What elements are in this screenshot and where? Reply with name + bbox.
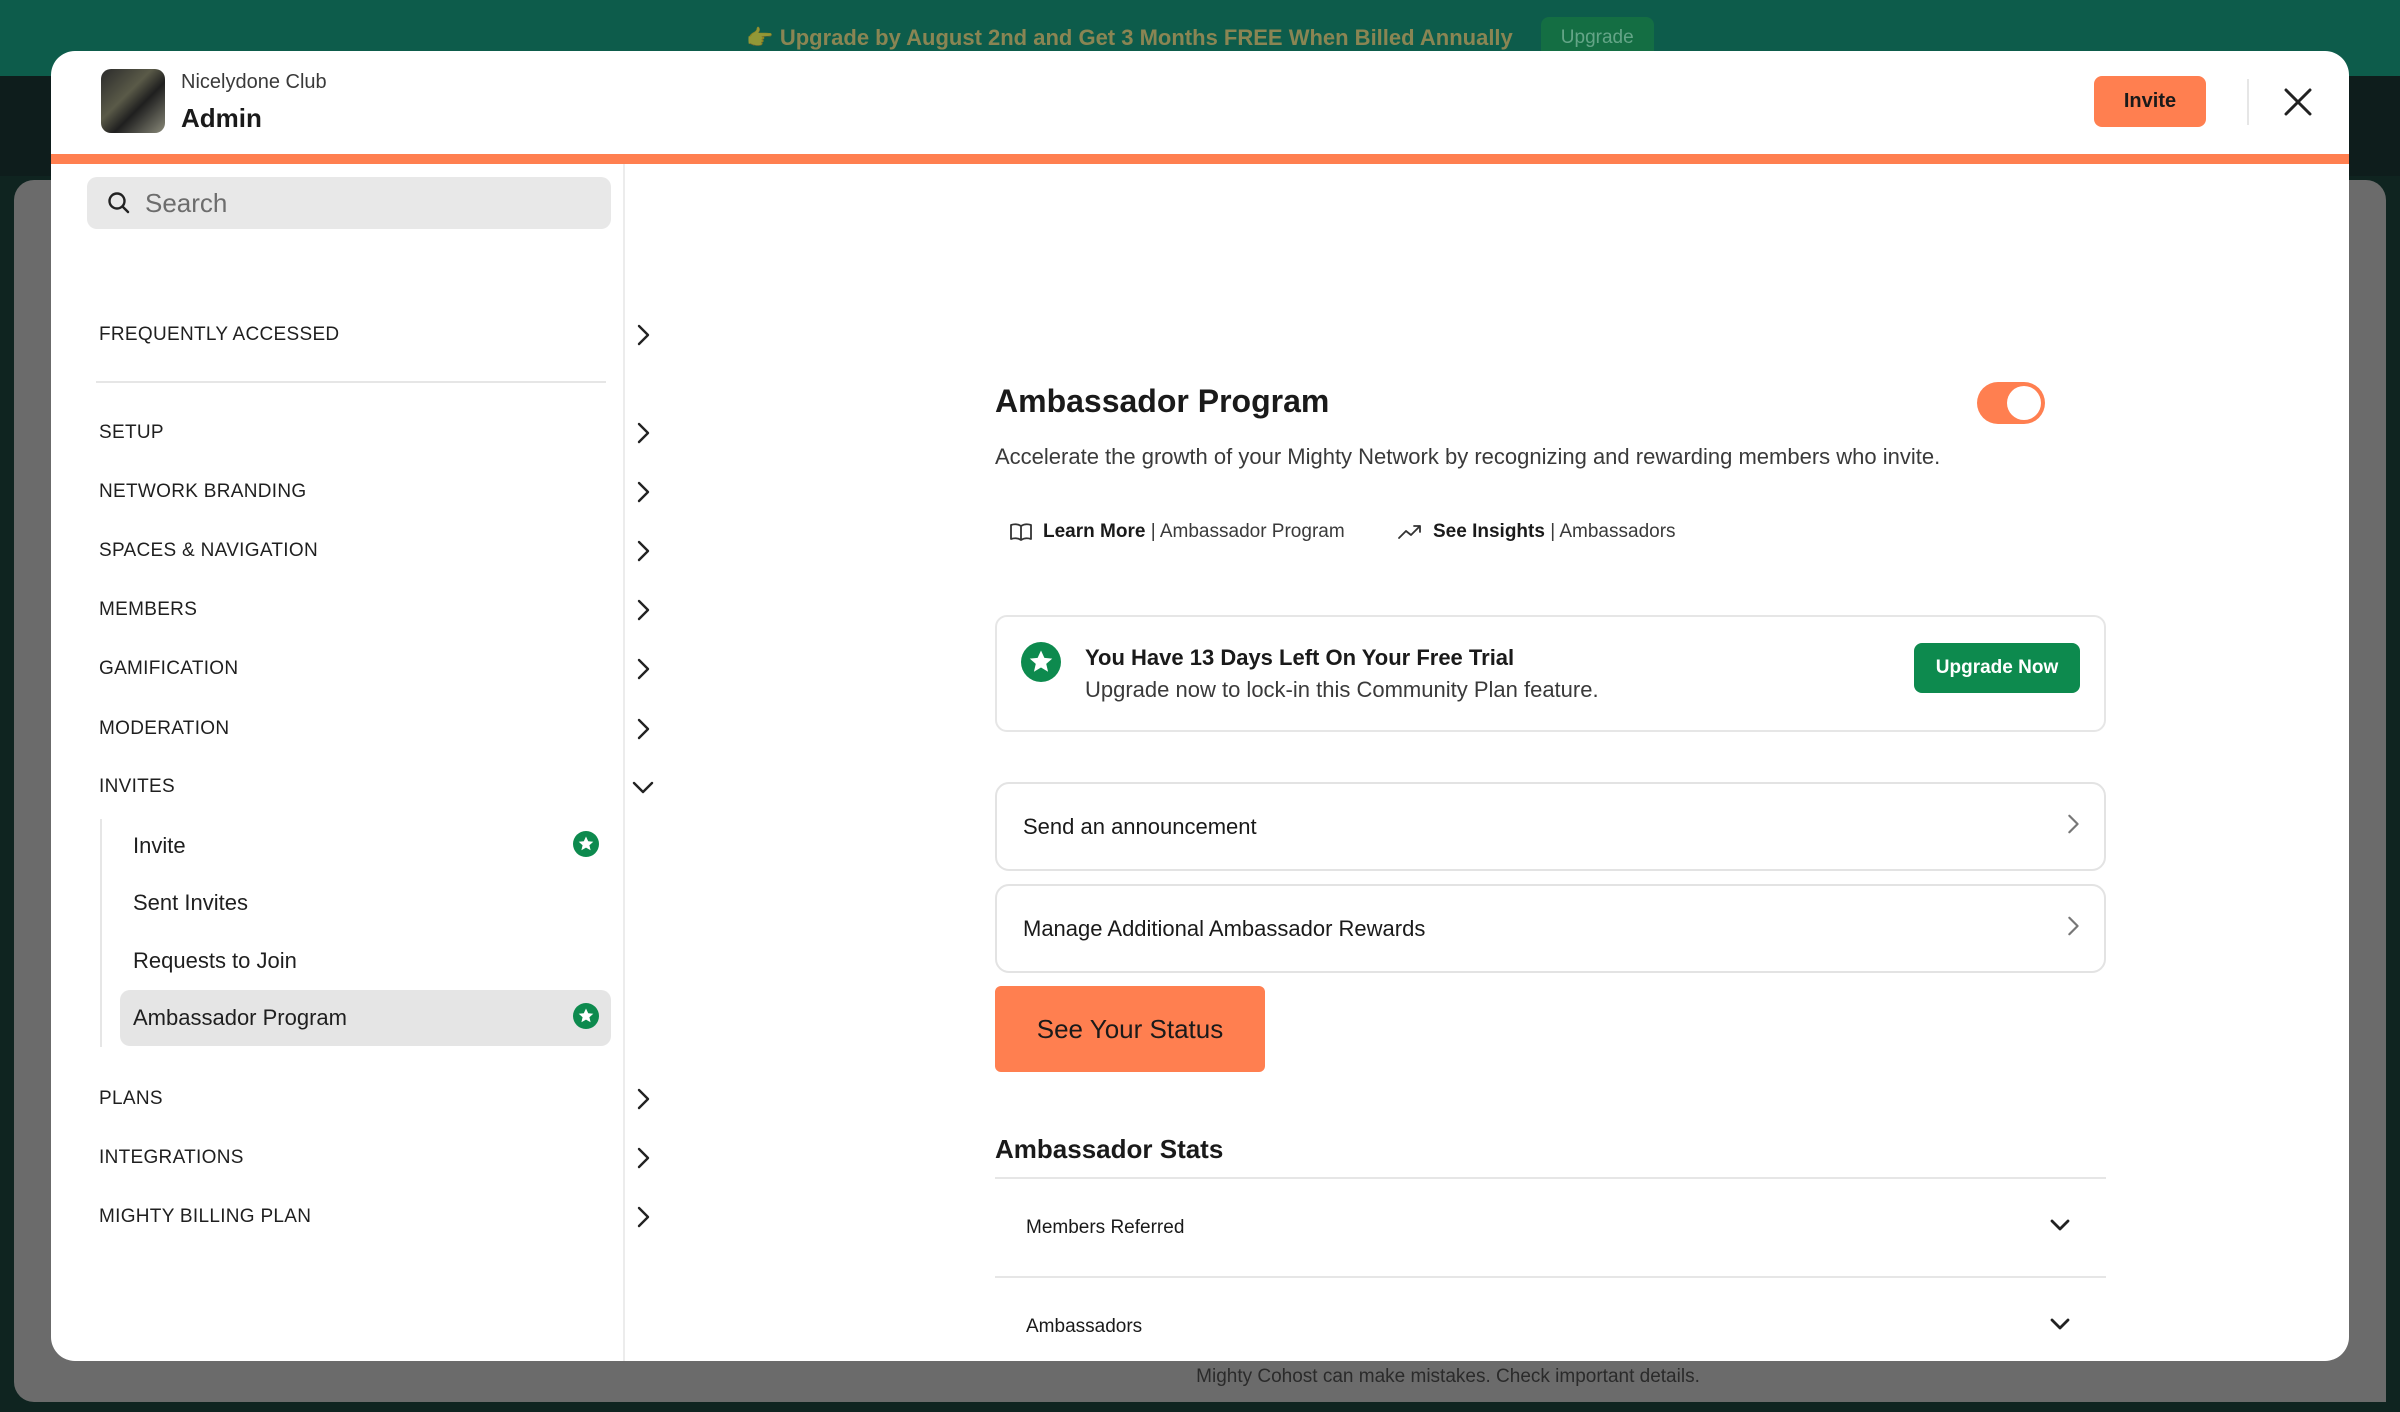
modal-header: Nicelydone Club Admin Invite <box>51 51 2349 154</box>
sidebar-item-plans[interactable]: PLANS <box>99 1074 655 1124</box>
sidebar-item-label: INVITES <box>99 776 176 797</box>
close-icon <box>2284 88 2312 116</box>
sidebar-item-setup[interactable]: SETUP <box>99 408 655 458</box>
chevron-down-icon <box>2048 1213 2072 1242</box>
background-disclaimer: Mighty Cohost can make mistakes. Check i… <box>1196 1366 1700 1387</box>
sidebar-subitem-ambassador-program[interactable]: Ambassador Program <box>120 990 611 1046</box>
admin-modal: Nicelydone Club Admin Invite FREQUENTLY … <box>51 51 2349 1361</box>
action-label: Manage Additional Ambassador Rewards <box>1023 915 1426 941</box>
page-description: Accelerate the growth of your Mighty Net… <box>995 444 1941 469</box>
learn-more-link[interactable]: Learn More | Ambassador Program <box>1009 521 1345 543</box>
upgrade-now-button[interactable]: Upgrade Now <box>1914 643 2080 693</box>
sidebar-subitem-sent-invites[interactable]: Sent Invites <box>120 875 611 931</box>
sidebar-item-label: MODERATION <box>99 718 230 739</box>
modal-title: Admin <box>181 103 262 133</box>
trial-subtitle: Upgrade now to lock-in this Community Pl… <box>1085 677 1599 702</box>
sidebar-item-label: FREQUENTLY ACCESSED <box>99 324 340 345</box>
sidebar-subitem-label: Requests to Join <box>133 948 297 973</box>
search-input[interactable] <box>145 187 585 219</box>
manage-rewards-card[interactable]: Manage Additional Ambassador Rewards <box>995 884 2106 973</box>
header-divider <box>2247 79 2249 125</box>
sidebar-item-label: MIGHTY BILLING PLAN <box>99 1206 312 1227</box>
sidebar-subitem-requests-to-join[interactable]: Requests to Join <box>120 933 611 989</box>
book-icon <box>1010 523 1032 541</box>
search-box <box>87 177 611 229</box>
sidebar-item-label: SPACES & NAVIGATION <box>99 540 318 561</box>
stats-title: Ambassador Stats <box>995 1134 1224 1164</box>
see-insights-link[interactable]: See Insights | Ambassadors <box>1397 521 1676 543</box>
club-name: Nicelydone Club <box>181 71 327 93</box>
sidebar-item-frequently-accessed[interactable]: FREQUENTLY ACCESSED <box>99 310 655 360</box>
sidebar-item-label: MEMBERS <box>99 599 198 620</box>
ambassador-program-toggle[interactable] <box>1977 382 2045 424</box>
see-insights-rest: | Ambassadors <box>1544 521 1676 542</box>
trial-title: You Have 13 Days Left On Your Free Trial <box>1085 645 1515 670</box>
close-button[interactable] <box>2276 80 2320 124</box>
star-badge-icon <box>573 830 599 862</box>
send-announcement-card[interactable]: Send an announcement <box>995 782 2106 871</box>
learn-more-rest: | Ambassador Program <box>1145 521 1345 542</box>
submenu-rule <box>100 819 102 1047</box>
chevron-right-icon <box>2062 915 2084 942</box>
sidebar-item-moderation[interactable]: MODERATION <box>99 704 655 754</box>
toggle-knob <box>2007 386 2041 420</box>
header-accent-rule <box>51 154 2349 164</box>
sidebar-item-integrations[interactable]: INTEGRATIONS <box>99 1133 655 1183</box>
stats-row-label: Ambassadors <box>1026 1315 1143 1337</box>
sidebar-item-label: NETWORK BRANDING <box>99 481 307 502</box>
sidebar-subitem-label: Ambassador Program <box>133 1005 347 1030</box>
trending-up-icon <box>1398 525 1421 539</box>
sidebar-item-label: GAMIFICATION <box>99 658 239 679</box>
free-trial-card: You Have 13 Days Left On Your Free Trial… <box>995 615 2106 732</box>
see-your-status-button[interactable]: See Your Status <box>995 986 1265 1072</box>
sidebar-item-mighty-billing-plan[interactable]: MIGHTY BILLING PLAN <box>99 1192 655 1242</box>
page-title: Ambassador Program <box>995 383 1330 419</box>
stats-row-members-referred[interactable]: Members Referred <box>995 1179 2106 1276</box>
sidebar-item-label: SETUP <box>99 422 164 443</box>
chevron-right-icon <box>2062 813 2084 840</box>
sidebar-item-gamification[interactable]: GAMIFICATION <box>99 644 655 694</box>
sidebar-item-invites[interactable]: INVITES <box>99 762 655 812</box>
stats-row-label: Members Referred <box>1026 1216 1185 1238</box>
sidebar-item-network-branding[interactable]: NETWORK BRANDING <box>99 467 655 517</box>
star-badge-icon <box>573 1002 599 1034</box>
sidebar-item-spaces-navigation[interactable]: SPACES & NAVIGATION <box>99 526 655 576</box>
main-content: Ambassador Program Accelerate the growth… <box>626 164 2349 1361</box>
stats-row-ambassadors[interactable]: Ambassadors <box>995 1278 2106 1361</box>
sidebar-divider <box>96 381 606 383</box>
admin-sidebar: FREQUENTLY ACCESSED SETUP NETWORK BRANDI… <box>51 164 654 1361</box>
learn-more-bold: Learn More <box>1043 521 1146 542</box>
star-badge-icon <box>1021 642 1061 687</box>
club-avatar <box>101 69 165 133</box>
sidebar-item-label: PLANS <box>99 1088 163 1109</box>
sidebar-item-members[interactable]: MEMBERS <box>99 585 655 635</box>
action-label: Send an announcement <box>1023 813 1257 839</box>
sidebar-item-label: INTEGRATIONS <box>99 1147 244 1168</box>
chevron-down-icon <box>2048 1312 2072 1341</box>
search-icon <box>108 192 130 214</box>
invite-button[interactable]: Invite <box>2094 76 2206 127</box>
promo-text: 👉 Upgrade by August 2nd and Get 3 Months… <box>746 25 1513 50</box>
sidebar-subitem-invite[interactable]: Invite <box>120 818 611 874</box>
sidebar-subitem-label: Invite <box>133 833 186 858</box>
sidebar-subitem-label: Sent Invites <box>133 890 248 915</box>
see-insights-bold: See Insights <box>1433 521 1545 542</box>
